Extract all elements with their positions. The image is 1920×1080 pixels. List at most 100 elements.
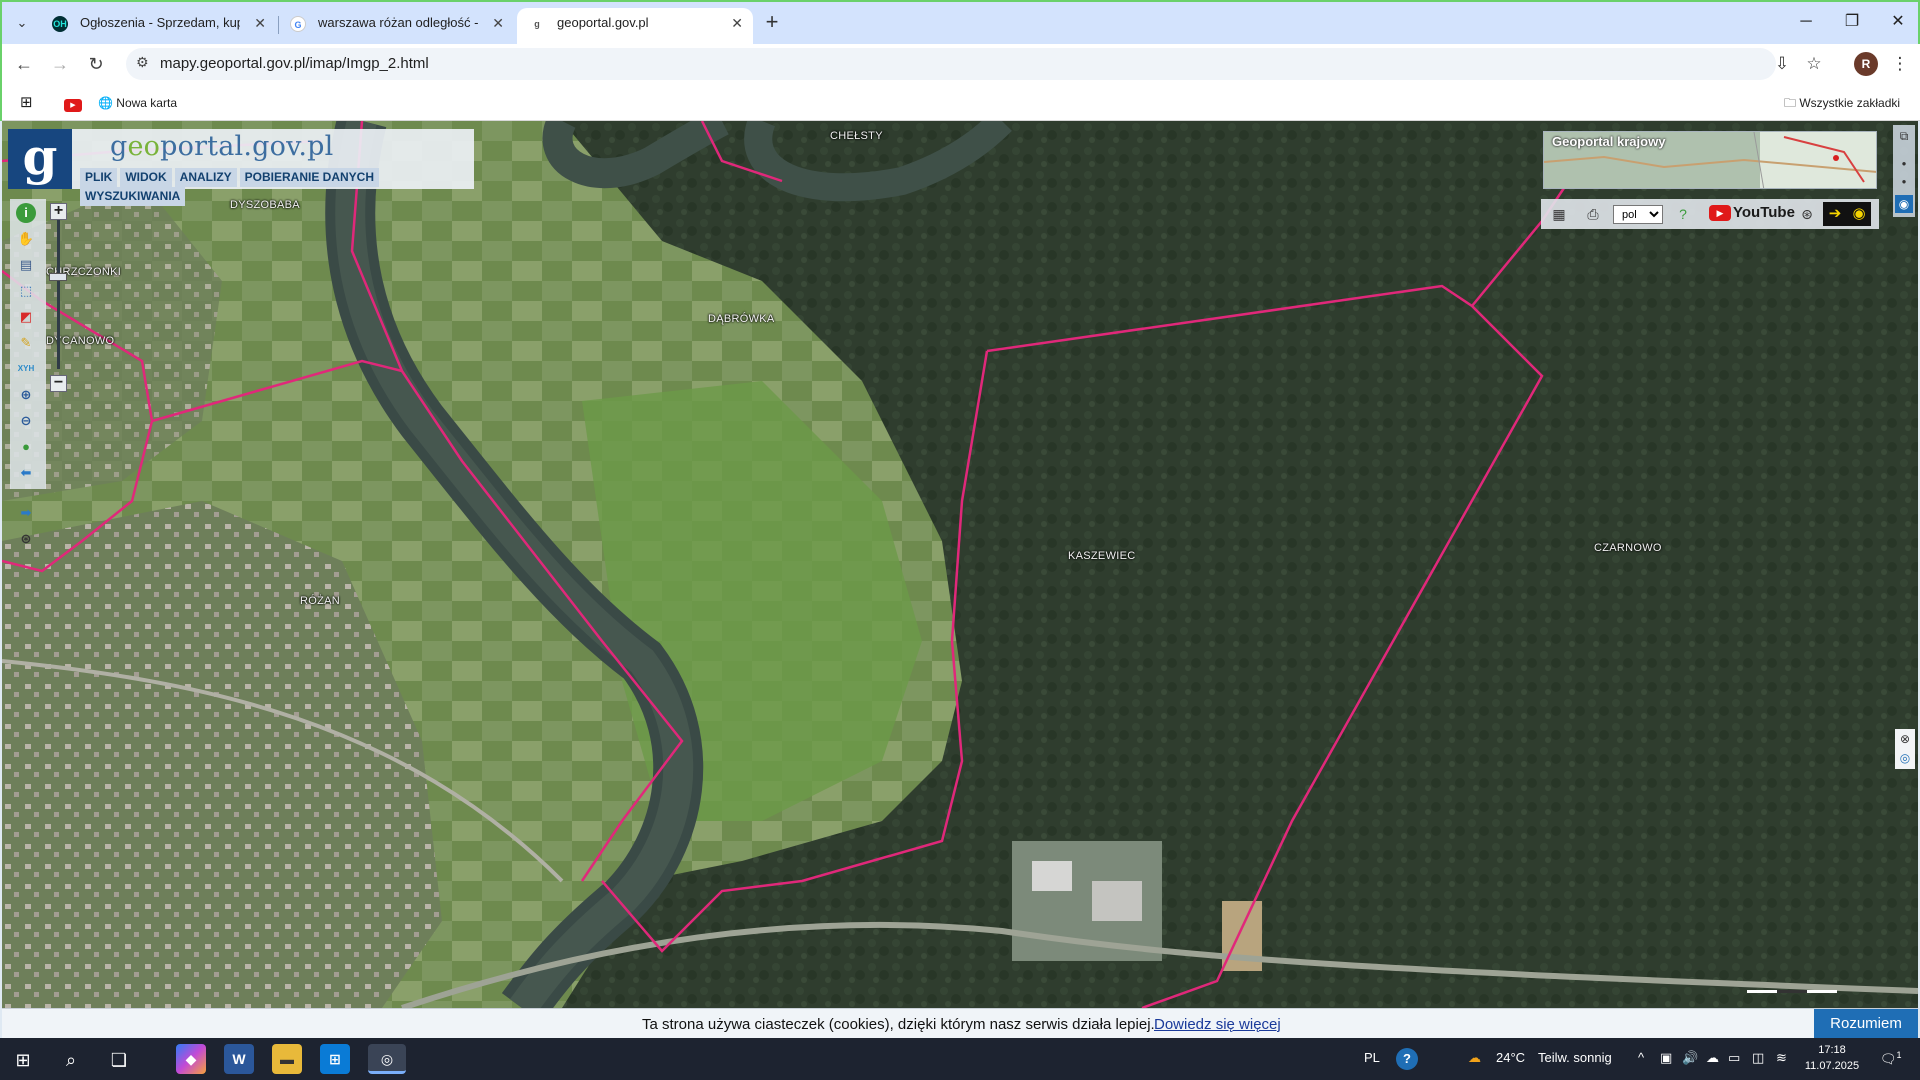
coordinates-xyh-icon[interactable]: XYH (16, 359, 36, 379)
panel-info-icon[interactable]: ◎ (1896, 749, 1914, 767)
close-window-button[interactable]: ✕ (1878, 8, 1918, 36)
help-icon[interactable]: ? (1673, 204, 1693, 224)
menu-wyszukiwania[interactable]: WYSZUKIWANIA (80, 187, 186, 206)
zoom-out-icon[interactable]: ⊖ (16, 411, 36, 431)
profile-avatar[interactable]: R (1854, 52, 1878, 76)
forward-button[interactable]: → (46, 50, 74, 78)
select-area-icon[interactable]: ⬚ (16, 281, 36, 301)
youtube-icon: ▶ (64, 99, 82, 112)
help-tray-icon[interactable]: ? (1396, 1048, 1418, 1070)
geoportal-header: g geoportal.gov.pl PLIK WIDOK ANALIZY POBIE… (8, 129, 474, 206)
bookmark-star-icon[interactable]: ☆ (1800, 50, 1828, 78)
close-tab-icon[interactable]: ✕ (254, 8, 266, 38)
map-view[interactable]: CHEŁSTY DYSZOBABA CHRZCZONKI DYCANOWO DĄ… (2, 121, 1918, 1008)
security-icon[interactable]: ▣ (1660, 1050, 1672, 1066)
zoom-in-icon[interactable]: ⊕ (16, 385, 36, 405)
place-label: DĄBRÓWKA (708, 313, 775, 325)
contrast-arrow-icon[interactable]: ➔ (1823, 202, 1847, 226)
overview-title: Geoportal krajowy (1552, 134, 1666, 149)
tray-chevron-icon[interactable]: ^ (1638, 1050, 1644, 1065)
cloud-sync-icon[interactable]: ☁ (1706, 1050, 1719, 1066)
cookie-learn-more-link[interactable]: Dowiedz się więcej (1154, 1016, 1281, 1033)
search-icon[interactable]: ⌕ (52, 1042, 90, 1078)
file-explorer-icon[interactable]: ▬ (272, 1044, 302, 1074)
tab-search-button[interactable]: ⌄ (10, 11, 34, 35)
copilot-icon[interactable]: ◆ (176, 1044, 206, 1074)
title-accent: eo (127, 131, 161, 162)
place-label: CHEŁSTY (830, 130, 883, 142)
new-tab-button[interactable]: + (758, 9, 786, 37)
volume-icon[interactable]: 🔊 (1682, 1050, 1698, 1066)
full-extent-globe-icon[interactable]: ● (16, 437, 36, 457)
zoom-minus-button[interactable]: − (50, 375, 67, 392)
back-button[interactable]: ← (10, 50, 38, 78)
print-icon[interactable]: ⎙ (1583, 204, 1603, 224)
newspaper-icon[interactable]: ▦ (1549, 204, 1569, 224)
store-icon[interactable]: ⊞ (320, 1044, 350, 1074)
menu-pobieranie-danych[interactable]: POBIERANIE DANYCH (239, 168, 380, 187)
pan-hand-icon[interactable]: ✋ (16, 229, 36, 249)
weather-icon[interactable]: ☁ (1468, 1050, 1481, 1066)
geoportal-logo[interactable]: g (8, 129, 72, 189)
youtube-label: YouTube (1733, 204, 1795, 221)
accessibility-icon[interactable]: ⊛ (1797, 204, 1817, 224)
menu-analizy[interactable]: ANALIZY (174, 168, 237, 187)
close-tab-icon[interactable]: ✕ (492, 8, 504, 38)
view-eye-icon[interactable]: ◉ (1895, 195, 1913, 213)
bookmark-nowa-karta[interactable]: 🌐 Nowa karta (98, 93, 177, 113)
address-bar[interactable]: ⚙ mapy.geoportal.gov.pl/imap/Imgp_2.html (126, 48, 1776, 80)
language-select[interactable]: pol (1613, 205, 1663, 224)
task-view-icon[interactable]: ❏ (100, 1042, 138, 1078)
restore-button[interactable]: ❐ (1832, 8, 1872, 36)
battery-icon[interactable]: ▭ (1728, 1050, 1740, 1066)
zoom-handle[interactable] (49, 273, 67, 281)
chrome-icon[interactable]: ◎ (368, 1044, 406, 1074)
previous-view-icon[interactable]: ⬅ (16, 463, 36, 483)
youtube-bookmark[interactable]: ▶ (64, 93, 82, 113)
site-info-icon[interactable]: ⚙ (136, 54, 149, 71)
google-icon: G (290, 16, 306, 32)
apps-grid-icon[interactable]: ⊞ (20, 93, 33, 113)
zoom-plus-button[interactable]: + (50, 203, 67, 220)
scroll-down-icon[interactable]: ● (1895, 173, 1913, 191)
close-panel-icon[interactable]: ⊗ (1896, 730, 1914, 748)
cookie-banner: Ta strona używa ciasteczek (cookies), dz… (2, 1008, 1918, 1039)
word-icon[interactable]: W (224, 1044, 254, 1074)
youtube-link[interactable]: ▶ YouTube (1709, 204, 1795, 224)
menu-kebab-icon[interactable]: ⋮ (1886, 50, 1914, 78)
next-view-icon[interactable]: ➡ (16, 503, 36, 523)
all-bookmarks-button[interactable]: 🗀 Wszystkie zakładki (1784, 93, 1900, 113)
taskbar: ⊞ ⌕ ❏ ◆ W ▬ ⊞ ◎ PL ? ☁ 24°C Teilw. sonni… (0, 1038, 1920, 1080)
camera-icon[interactable]: ◫ (1752, 1050, 1764, 1066)
high-contrast-eye-icon[interactable]: ◉ (1847, 202, 1871, 226)
menu-widok[interactable]: WIDOK (120, 168, 172, 187)
keyboard-language[interactable]: PL (1364, 1050, 1380, 1065)
close-tab-icon[interactable]: ✕ (731, 8, 743, 38)
clock-time: 17:18 (1818, 1044, 1846, 1056)
tab-geoportal[interactable]: g geoportal.gov.pl ✕ (517, 8, 753, 44)
info-icon[interactable]: i (16, 203, 36, 223)
minimize-button[interactable]: ─ (1786, 8, 1826, 36)
overview-map[interactable]: Geoportal krajowy (1543, 131, 1877, 189)
weather-description[interactable]: Teilw. sonnig (1538, 1050, 1612, 1065)
notification-icon[interactable]: 🗨1 (1880, 1050, 1902, 1067)
wifi-icon[interactable]: ≋ (1776, 1050, 1787, 1066)
place-label: KASZEWIEC (1068, 550, 1136, 562)
weather-temperature[interactable]: 24°C (1496, 1050, 1525, 1065)
install-app-icon[interactable]: ⇩ (1768, 50, 1796, 78)
menu-plik[interactable]: PLIK (80, 168, 118, 187)
zoom-slider[interactable]: + − (49, 203, 67, 393)
measure-pencil-icon[interactable]: ✎ (16, 333, 36, 353)
windows-start-icon[interactable]: ⊞ (4, 1042, 42, 1078)
reload-button[interactable]: ↻ (82, 50, 110, 78)
scroll-up-icon[interactable]: ● (1895, 155, 1913, 173)
tab-olx[interactable]: OH Ogłoszenia - Sprzedam, kupię n ✕ (40, 8, 276, 44)
cookie-accept-button[interactable]: Rozumiem (1814, 1009, 1918, 1039)
tab-google-search[interactable]: G warszawa różan odległość - Szu ✕ (278, 8, 514, 44)
legend-icon[interactable]: ▤ (16, 255, 36, 275)
place-label: DYSZOBABA (230, 199, 300, 211)
identify-area-icon[interactable]: ◩ (16, 307, 36, 327)
clock[interactable]: 17:18 11.07.2025 (1800, 1042, 1864, 1074)
layers-icon[interactable]: ⧉ (1895, 127, 1913, 145)
settings-wheel-icon[interactable]: ⊛ (16, 529, 36, 549)
